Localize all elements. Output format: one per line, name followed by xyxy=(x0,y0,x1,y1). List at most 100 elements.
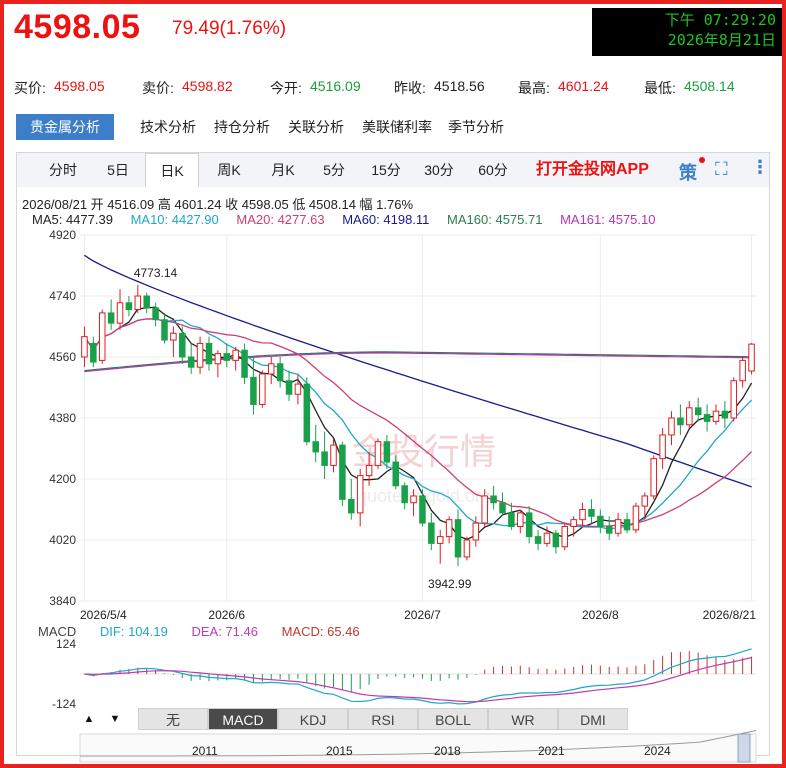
candle-body xyxy=(321,451,328,466)
x-tick-label: 2026/8/21 xyxy=(703,608,757,622)
watermark-text: 金投行情 xyxy=(352,432,496,473)
y-tick-label: 3840 xyxy=(49,594,76,608)
candle-body xyxy=(125,302,133,311)
timeline-year: 2021 xyxy=(538,744,565,758)
candle-body xyxy=(285,380,293,395)
timeline-year: 2011 xyxy=(192,744,218,758)
candle-body xyxy=(499,502,506,514)
timeline-handle xyxy=(737,733,751,763)
candle-body xyxy=(312,441,319,453)
candle-body xyxy=(730,380,738,419)
candle-body xyxy=(107,312,115,324)
candle-body xyxy=(579,509,586,521)
candle-body xyxy=(143,295,150,309)
candle-body xyxy=(90,342,97,363)
tab-indicator-macd[interactable]: MACD xyxy=(208,708,278,730)
candle-body xyxy=(303,383,311,443)
x-tick-label: 2026/6 xyxy=(208,608,245,622)
candle-body xyxy=(81,336,88,358)
candle-body xyxy=(721,410,729,419)
candle-body xyxy=(196,342,204,368)
dif-line xyxy=(84,648,752,705)
candle-body xyxy=(463,539,471,558)
candle-body xyxy=(712,410,720,422)
candle-body xyxy=(98,312,106,361)
candle-body xyxy=(356,475,364,514)
candle-body xyxy=(677,417,684,426)
candle-body xyxy=(436,536,444,544)
candle-body xyxy=(472,522,480,541)
candle-body xyxy=(250,376,257,405)
candle-body xyxy=(445,519,453,538)
y-tick-label: 4020 xyxy=(49,533,76,547)
candle-body xyxy=(348,498,355,514)
candle-body xyxy=(383,441,391,463)
candle-body xyxy=(428,522,435,544)
x-tick-label: 2026/5/4 xyxy=(80,608,127,622)
x-tick-label: 2026/8 xyxy=(582,608,619,622)
candle-body xyxy=(259,373,266,405)
candle-body xyxy=(170,332,177,341)
tab-indicator-wr[interactable]: WR xyxy=(488,708,558,730)
candle-body xyxy=(694,407,702,416)
macd-value-legend: MACD: 65.46 xyxy=(281,624,360,639)
timeline-year: 2024 xyxy=(644,744,671,758)
candle-body xyxy=(668,417,675,436)
candle-body xyxy=(267,363,275,375)
candle-body xyxy=(294,383,302,395)
candle-body xyxy=(517,512,524,527)
macd-legend: MACD DIF: 104.19 DEA: 71.46 MACD: 65.46 xyxy=(38,624,380,639)
macd-y-tick-label: -124 xyxy=(52,697,76,711)
candle-body xyxy=(419,495,426,524)
candle-body xyxy=(187,356,195,368)
timeline-year: 2018 xyxy=(434,744,461,758)
candle-body xyxy=(632,505,640,531)
scroll-down-icon[interactable]: ▼ xyxy=(104,708,126,730)
peak-label: 4773.14 xyxy=(134,266,178,280)
candle-body xyxy=(401,485,408,504)
candle-body xyxy=(614,519,622,534)
candle-body xyxy=(392,461,400,487)
candle-body xyxy=(241,349,248,378)
candle-body xyxy=(179,332,186,358)
kline-chart[interactable]: 4920 4740 4560 4380 4200 4020 3840 2026/5/4 2026… xyxy=(4,4,782,764)
candle-body xyxy=(454,519,462,558)
tab-indicator-kdj[interactable]: KDJ xyxy=(278,708,348,730)
macd-title: MACD xyxy=(38,624,77,639)
y-tick-label: 4740 xyxy=(49,289,76,303)
app-frame: 4598.05 79.49(1.76%) 下午 07:29:20 2026年8月… xyxy=(4,4,782,764)
dea-legend: DEA: 71.46 xyxy=(191,624,258,639)
candle-body xyxy=(659,434,666,460)
candle-body xyxy=(276,363,284,382)
candle-body xyxy=(339,444,346,500)
tab-indicator-dmi[interactable]: DMI xyxy=(558,708,628,730)
candle-body xyxy=(205,342,213,365)
candle-body xyxy=(214,353,222,365)
candle-body xyxy=(552,532,560,548)
candle-body xyxy=(570,519,577,527)
candle-body xyxy=(597,515,604,527)
dif-legend: DIF: 104.19 xyxy=(99,624,168,639)
tab-indicator-boll[interactable]: BOLL xyxy=(418,708,488,730)
candle-body xyxy=(374,441,382,466)
y-tick-label: 4380 xyxy=(49,411,76,425)
candle-body xyxy=(534,536,542,544)
candle-body xyxy=(410,495,417,504)
candle-body xyxy=(543,532,551,544)
candle-body xyxy=(508,512,515,527)
candle-body xyxy=(641,495,649,507)
trough-label: 3942.99 xyxy=(428,577,472,591)
candle-body xyxy=(748,343,755,372)
candle-body xyxy=(686,407,693,426)
candle-body xyxy=(481,495,488,524)
x-tick-label: 2026/7 xyxy=(404,608,441,622)
candle-body xyxy=(116,302,124,324)
candle-body xyxy=(739,359,746,382)
tab-indicator-none[interactable]: 无 xyxy=(138,708,208,730)
candle-body xyxy=(623,519,631,531)
scroll-up-icon[interactable]: ▲ xyxy=(78,708,100,730)
candle-body xyxy=(561,525,569,548)
tab-indicator-rsi[interactable]: RSI xyxy=(348,708,418,730)
candle-body xyxy=(330,444,337,466)
y-tick-label: 4560 xyxy=(49,350,76,364)
